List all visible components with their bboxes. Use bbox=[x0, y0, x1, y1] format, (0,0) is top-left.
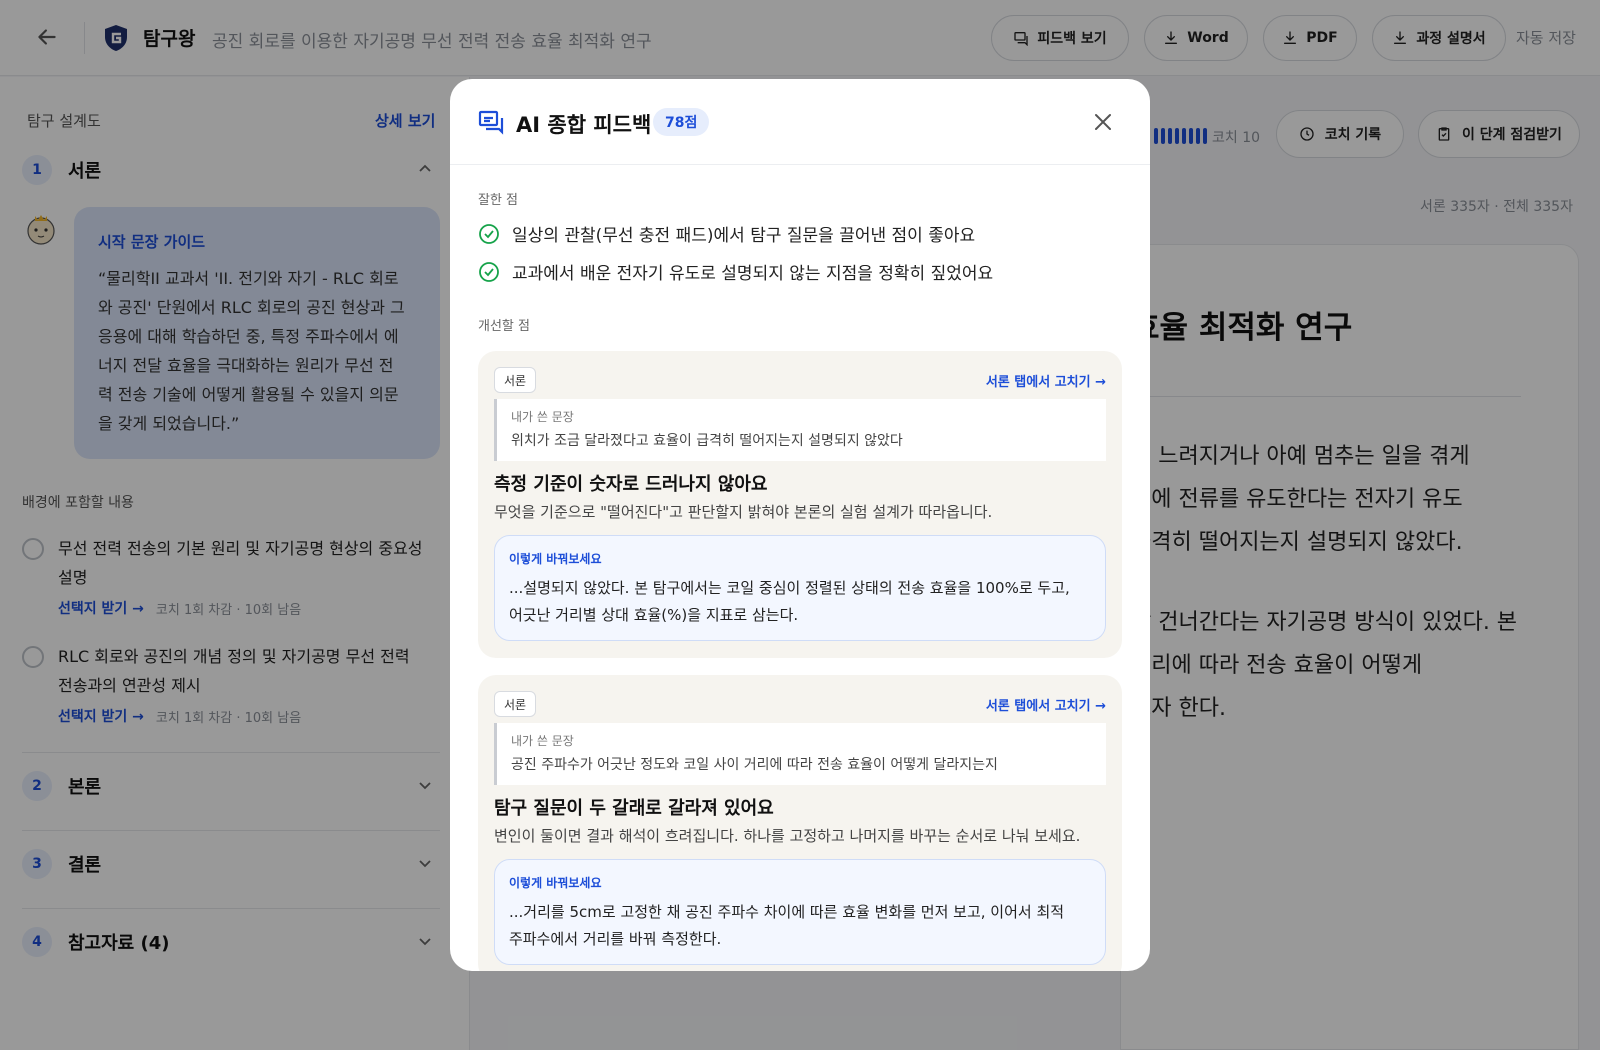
good-point: 교과에서 배운 전자기 유도로 설명되지 않는 지점을 정확히 짚었어요 bbox=[478, 259, 993, 284]
issue-heading: 탐구 질문이 두 갈래로 갈라져 있어요 bbox=[494, 798, 774, 819]
issue-description: 무엇을 기준으로 "떨어진다"고 판단할지 밝혀야 본론의 실험 설계가 따라옵… bbox=[494, 503, 993, 521]
good-points-label: 잘한 점 bbox=[478, 193, 519, 208]
section-tag: 서론 bbox=[494, 367, 537, 393]
my-sentence-label: 내가 쓴 문장 bbox=[511, 410, 574, 424]
feedback-modal: AI 종합 피드백 78점 잘한 점 일상의 관찰(무선 충전 패드)에서 탐구… bbox=[450, 79, 1150, 971]
modal-title: AI 종합 피드백 bbox=[516, 113, 652, 137]
suggestion-line: 어긋난 거리별 상대 효율(%)을 지표로 삼는다. bbox=[509, 606, 799, 624]
suggestion-label: 이렇게 바꿔보세요 bbox=[509, 876, 602, 890]
good-point-text: 교과에서 배운 전자기 유도로 설명되지 않는 지점을 정확히 짚었어요 bbox=[512, 264, 994, 284]
suggestion-line: ...설명되지 않았다. 본 탐구에서는 코일 중심이 정렬된 상태의 전송 효… bbox=[509, 579, 1070, 597]
suggestion-text: ...설명되지 않았다. 본 탐구에서는 코일 중심이 정렬된 상태의 전송 효… bbox=[509, 575, 1091, 629]
fix-in-tab-link[interactable]: 서론 탭에서 고치기 → bbox=[986, 371, 1106, 390]
improve-points-label: 개선할 점 bbox=[478, 319, 530, 334]
check-circle-icon bbox=[479, 261, 499, 282]
good-point-text: 일상의 관찰(무선 충전 패드)에서 탐구 질문을 끌어낸 점이 좋아요 bbox=[512, 226, 976, 246]
suggestion-box: 이렇게 바꿔보세요 ...설명되지 않았다. 본 탐구에서는 코일 중심이 정렬… bbox=[494, 535, 1106, 641]
suggestion-line: 주파수에서 거리를 바꿔 측정한다. bbox=[509, 930, 722, 948]
improvement-card: 서론 서론 탭에서 고치기 → 내가 쓴 문장 공진 주파수가 어긋난 정도와 … bbox=[478, 675, 1122, 971]
improvement-card: 서론 서론 탭에서 고치기 → 내가 쓴 문장 위치가 조금 달라졌다고 효율이… bbox=[478, 351, 1122, 658]
good-point: 일상의 관찰(무선 충전 패드)에서 탐구 질문을 끌어낸 점이 좋아요 bbox=[478, 221, 975, 246]
suggestion-text: ...거리를 5cm로 고정한 채 공진 주파수 차이에 따른 효율 변화를 먼… bbox=[509, 899, 1091, 953]
my-sentence-text: 공진 주파수가 어긋난 정도와 코일 사이 거리에 따라 전송 효율이 어떻게 … bbox=[511, 757, 998, 773]
chat-icon bbox=[478, 110, 504, 135]
my-sentence-label: 내가 쓴 문장 bbox=[511, 734, 574, 748]
suggestion-line: ...거리를 5cm로 고정한 채 공진 주파수 차이에 따른 효율 변화를 먼… bbox=[509, 903, 1065, 921]
issue-description: 변인이 둘이면 결과 해석이 흐려집니다. 하나를 고정하고 나머지를 바꾸는 … bbox=[494, 827, 1081, 845]
suggestion-box: 이렇게 바꿔보세요 ...거리를 5cm로 고정한 채 공진 주파수 차이에 따… bbox=[494, 859, 1106, 965]
my-sentence-quote: 내가 쓴 문장 공진 주파수가 어긋난 정도와 코일 사이 거리에 따라 전송 … bbox=[494, 723, 1106, 785]
check-circle-icon bbox=[479, 223, 499, 244]
close-icon[interactable] bbox=[1092, 111, 1114, 133]
modal-header: AI 종합 피드백 78점 bbox=[450, 79, 1150, 165]
score-badge: 78점 bbox=[653, 108, 710, 136]
my-sentence-text: 위치가 조금 달라졌다고 효율이 급격히 떨어지는지 설명되지 않았다 bbox=[511, 433, 903, 449]
issue-heading: 측정 기준이 숫자로 드러나지 않아요 bbox=[494, 474, 768, 495]
my-sentence-quote: 내가 쓴 문장 위치가 조금 달라졌다고 효율이 급격히 떨어지는지 설명되지 … bbox=[494, 399, 1106, 461]
section-tag: 서론 bbox=[494, 691, 537, 717]
fix-in-tab-link[interactable]: 서론 탭에서 고치기 → bbox=[986, 695, 1106, 714]
suggestion-label: 이렇게 바꿔보세요 bbox=[509, 552, 602, 566]
